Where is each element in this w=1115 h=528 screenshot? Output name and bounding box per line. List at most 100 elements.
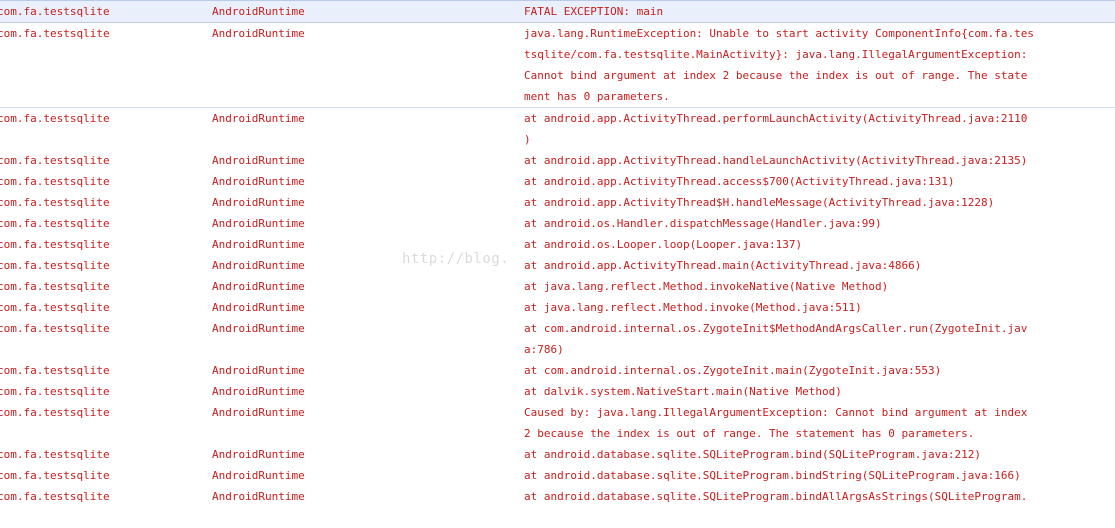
log-application: com.fa.testsqlite	[0, 175, 110, 188]
log-message-line: )	[524, 129, 1060, 150]
log-message: at java.lang.reflect.Method.invokeNative…	[524, 276, 1060, 297]
log-application: com.fa.testsqlite	[0, 217, 110, 230]
log-row[interactable]: com.fa.testsqlite AndroidRuntime at java.l…	[0, 276, 1115, 297]
log-row[interactable]: com.fa.testsqlite AndroidRuntime at java.l…	[0, 297, 1115, 318]
log-tag: AndroidRuntime	[212, 322, 305, 335]
log-application: com.fa.testsqlite	[0, 385, 110, 398]
log-tag: AndroidRuntime	[212, 406, 305, 419]
log-row[interactable]: com.fa.testsqlite AndroidRuntime Caused by…	[0, 402, 1115, 444]
log-row[interactable]: com.fa.testsqlite AndroidRuntime at androi…	[0, 171, 1115, 192]
log-row[interactable]: com.fa.testsqlite AndroidRuntime FATAL EXC…	[0, 0, 1115, 23]
log-row[interactable]: com.fa.testsqlite AndroidRuntime at androi…	[0, 486, 1115, 528]
log-tag: AndroidRuntime	[212, 490, 305, 503]
log-message-line: at com.android.internal.os.ZygoteInit.ma…	[524, 360, 1060, 381]
log-message-line: at android.database.sqlite.SQLiteProgram…	[524, 444, 1060, 465]
log-message-text: a:786)	[524, 343, 564, 356]
log-message-line: at java.lang.reflect.Method.invoke(Metho…	[524, 297, 1060, 318]
log-message: java.lang.RuntimeException: Unable to st…	[524, 23, 1060, 107]
log-message-text: 2 because the index is out of range. The…	[524, 427, 975, 440]
log-message: FATAL EXCEPTION: main	[524, 1, 1060, 22]
log-message-line: at android.app.ActivityThread.main(Activ…	[524, 255, 1060, 276]
log-message-text: FATAL EXCEPTION: main	[524, 5, 664, 18]
log-message-text: at dalvik.system.NativeStart.main(Native…	[524, 385, 842, 398]
log-message-line: at android.app.ActivityThread.performLau…	[524, 108, 1060, 129]
log-message: at android.app.ActivityThread.performLau…	[524, 108, 1060, 150]
log-tag: AndroidRuntime	[212, 112, 305, 125]
log-message: at android.database.sqlite.SQLiteProgram…	[524, 486, 1060, 528]
log-message-line: ment has 0 parameters.	[524, 86, 1060, 107]
log-row[interactable]: com.fa.testsqlite AndroidRuntime at com.an…	[0, 318, 1115, 360]
log-tag: AndroidRuntime	[212, 5, 305, 18]
log-message-text: at android.app.ActivityThread.performLau…	[524, 112, 1028, 125]
log-application: com.fa.testsqlite	[0, 196, 110, 209]
log-message-line: at android.app.ActivityThread$H.handleMe…	[524, 192, 1060, 213]
log-message-line: at android.database.sqlite.SQLiteProgram…	[524, 486, 1060, 507]
log-row[interactable]: com.fa.testsqlite AndroidRuntime at androi…	[0, 255, 1115, 276]
log-tag: AndroidRuntime	[212, 280, 305, 293]
log-message-line: at com.android.internal.os.ZygoteInit$Me…	[524, 318, 1060, 339]
log-message-text: at android.os.Looper.loop(Looper.java:13…	[524, 238, 803, 251]
log-message-line: at android.os.Handler.dispatchMessage(Ha…	[524, 213, 1060, 234]
log-message-line: at android.app.ActivityThread.access$700…	[524, 171, 1060, 192]
log-tag: AndroidRuntime	[212, 448, 305, 461]
log-tag: AndroidRuntime	[212, 385, 305, 398]
log-message-text: at android.app.ActivityThread.handleLaun…	[524, 154, 1028, 167]
log-message: at android.database.sqlite.SQLiteProgram…	[524, 444, 1060, 465]
log-row[interactable]: com.fa.testsqlite AndroidRuntime at dalvik…	[0, 381, 1115, 402]
log-message: at android.os.Looper.loop(Looper.java:13…	[524, 234, 1060, 255]
log-message-line: at android.app.ActivityThread.handleLaun…	[524, 150, 1060, 171]
log-message-line: tsqlite/com.fa.testsqlite.MainActivity}:…	[524, 44, 1060, 65]
log-application: com.fa.testsqlite	[0, 448, 110, 461]
log-row[interactable]: com.fa.testsqlite AndroidRuntime at com.an…	[0, 360, 1115, 381]
log-message-text: Caused by: java.lang.IllegalArgumentExce…	[524, 406, 1028, 419]
log-message-line: at android.os.Looper.loop(Looper.java:13…	[524, 234, 1060, 255]
log-row[interactable]: com.fa.testsqlite AndroidRuntime at androi…	[0, 108, 1115, 150]
log-message-text: )	[524, 133, 531, 146]
log-message-text: java.lang.RuntimeException: Unable to st…	[524, 27, 1034, 40]
log-application: com.fa.testsqlite	[0, 112, 110, 125]
log-application: com.fa.testsqlite	[0, 490, 110, 503]
log-row[interactable]: com.fa.testsqlite AndroidRuntime at androi…	[0, 234, 1115, 255]
log-message-text: at android.app.ActivityThread$H.handleMe…	[524, 196, 995, 209]
log-message-text: at com.android.internal.os.ZygoteInit$Me…	[524, 322, 1028, 335]
log-application: com.fa.testsqlite	[0, 5, 110, 18]
log-message-line: Cannot bind argument at index 2 because …	[524, 65, 1060, 86]
log-message-text: at java.lang.reflect.Method.invokeNative…	[524, 280, 889, 293]
log-message-text: at android.database.sqlite.SQLiteProgram…	[524, 448, 981, 461]
log-application: com.fa.testsqlite	[0, 238, 110, 251]
log-message-line: a:786)	[524, 339, 1060, 360]
log-message-line: java.lang.RuntimeException: Unable to st…	[524, 23, 1060, 44]
log-tag: AndroidRuntime	[212, 301, 305, 314]
log-tag: AndroidRuntime	[212, 259, 305, 272]
log-message: at android.app.ActivityThread.main(Activ…	[524, 255, 1060, 276]
log-tag: AndroidRuntime	[212, 27, 305, 40]
log-message: at android.app.ActivityThread.handleLaun…	[524, 150, 1060, 171]
log-row[interactable]: com.fa.testsqlite AndroidRuntime java.lang…	[0, 23, 1115, 108]
log-message-text: at android.os.Handler.dispatchMessage(Ha…	[524, 217, 882, 230]
log-message-line: 2 because the index is out of range. The…	[524, 423, 1060, 444]
log-application: com.fa.testsqlite	[0, 301, 110, 314]
log-tag: AndroidRuntime	[212, 154, 305, 167]
log-tag: AndroidRuntime	[212, 175, 305, 188]
log-application: com.fa.testsqlite	[0, 27, 110, 40]
log-tag: AndroidRuntime	[212, 364, 305, 377]
log-row[interactable]: com.fa.testsqlite AndroidRuntime at androi…	[0, 213, 1115, 234]
log-message: at java.lang.reflect.Method.invoke(Metho…	[524, 297, 1060, 318]
log-application: com.fa.testsqlite	[0, 469, 110, 482]
log-application: com.fa.testsqlite	[0, 406, 110, 419]
log-row[interactable]: com.fa.testsqlite AndroidRuntime at androi…	[0, 465, 1115, 486]
log-message-text: at com.android.internal.os.ZygoteInit.ma…	[524, 364, 942, 377]
log-message-text: at android.database.sqlite.SQLiteProgram…	[524, 490, 1028, 503]
log-message-text: at android.database.sqlite.SQLiteProgram…	[524, 469, 1021, 482]
log-message: at android.os.Handler.dispatchMessage(Ha…	[524, 213, 1060, 234]
log-application: com.fa.testsqlite	[0, 364, 110, 377]
log-row[interactable]: com.fa.testsqlite AndroidRuntime at androi…	[0, 444, 1115, 465]
log-message-text: tsqlite/com.fa.testsqlite.MainActivity}:…	[524, 48, 1028, 61]
log-tag: AndroidRuntime	[212, 469, 305, 482]
log-tag: AndroidRuntime	[212, 217, 305, 230]
log-message-line: at dalvik.system.NativeStart.main(Native…	[524, 381, 1060, 402]
log-application: com.fa.testsqlite	[0, 154, 110, 167]
log-row[interactable]: com.fa.testsqlite AndroidRuntime at androi…	[0, 192, 1115, 213]
log-row[interactable]: com.fa.testsqlite AndroidRuntime at androi…	[0, 150, 1115, 171]
log-message: at android.app.ActivityThread.access$700…	[524, 171, 1060, 192]
